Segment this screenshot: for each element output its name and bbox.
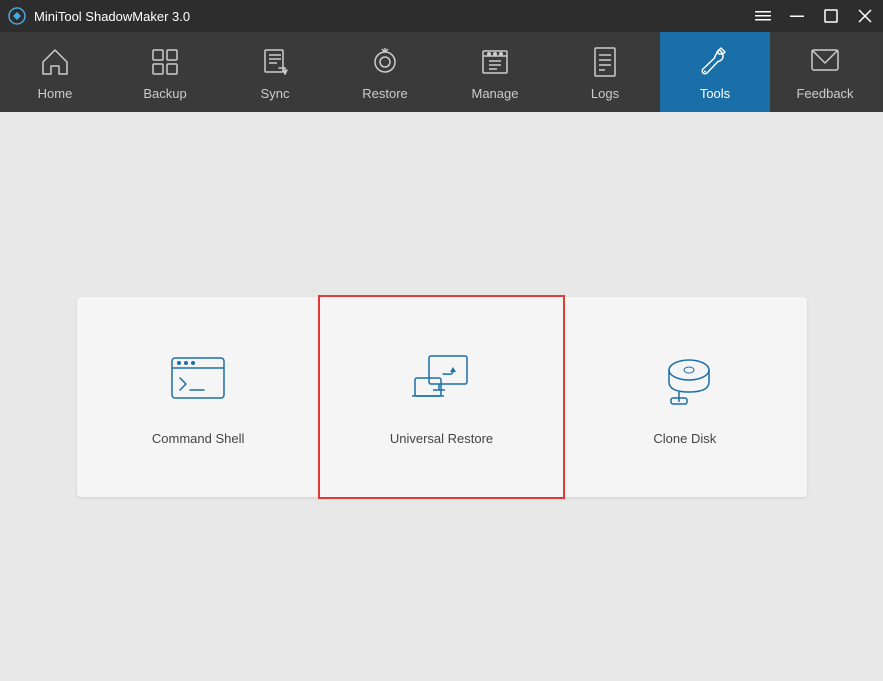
main-content: Command Shell Universal Restore [0, 112, 883, 681]
sync-icon [257, 44, 293, 80]
nav-label-backup: Backup [143, 86, 186, 101]
nav-label-restore: Restore [362, 86, 408, 101]
minimize-button[interactable] [787, 6, 807, 26]
nav-label-home: Home [38, 86, 73, 101]
nav-bar: Home Backup Sync [0, 32, 883, 112]
title-bar: MiniTool ShadowMaker 3.0 [0, 0, 883, 32]
close-button[interactable] [855, 6, 875, 26]
home-icon [37, 44, 73, 80]
nav-label-sync: Sync [261, 86, 290, 101]
title-bar-left: MiniTool ShadowMaker 3.0 [8, 7, 190, 25]
nav-item-sync[interactable]: Sync [220, 32, 330, 112]
clone-disk-icon [653, 348, 717, 417]
nav-item-logs[interactable]: Logs [550, 32, 660, 112]
nav-item-manage[interactable]: Manage [440, 32, 550, 112]
maximize-button[interactable] [821, 6, 841, 26]
manage-icon [477, 44, 513, 80]
tool-item-command-shell[interactable]: Command Shell [77, 297, 320, 497]
command-shell-icon [166, 348, 230, 417]
nav-item-tools[interactable]: Tools [660, 32, 770, 112]
nav-label-manage: Manage [472, 86, 519, 101]
nav-item-backup[interactable]: Backup [110, 32, 220, 112]
logs-icon [587, 44, 623, 80]
command-shell-label: Command Shell [152, 431, 245, 446]
nav-item-home[interactable]: Home [0, 32, 110, 112]
hamburger-icon[interactable] [753, 6, 773, 26]
nav-item-feedback[interactable]: Feedback [770, 32, 880, 112]
universal-restore-label: Universal Restore [390, 431, 493, 446]
restore-icon [367, 44, 403, 80]
clone-disk-label: Clone Disk [653, 431, 716, 446]
tools-icon [697, 44, 733, 80]
nav-item-restore[interactable]: Restore [330, 32, 440, 112]
app-title: MiniTool ShadowMaker 3.0 [34, 9, 190, 24]
app-logo-icon [8, 7, 26, 25]
feedback-icon [807, 44, 843, 80]
universal-restore-icon [409, 348, 473, 417]
nav-label-logs: Logs [591, 86, 619, 101]
tool-item-universal-restore[interactable]: Universal Restore [318, 295, 565, 499]
backup-icon [147, 44, 183, 80]
tool-item-clone-disk[interactable]: Clone Disk [563, 297, 806, 497]
tools-container: Command Shell Universal Restore [77, 297, 807, 497]
nav-label-feedback: Feedback [796, 86, 853, 101]
nav-label-tools: Tools [700, 86, 730, 101]
window-controls [753, 6, 875, 26]
